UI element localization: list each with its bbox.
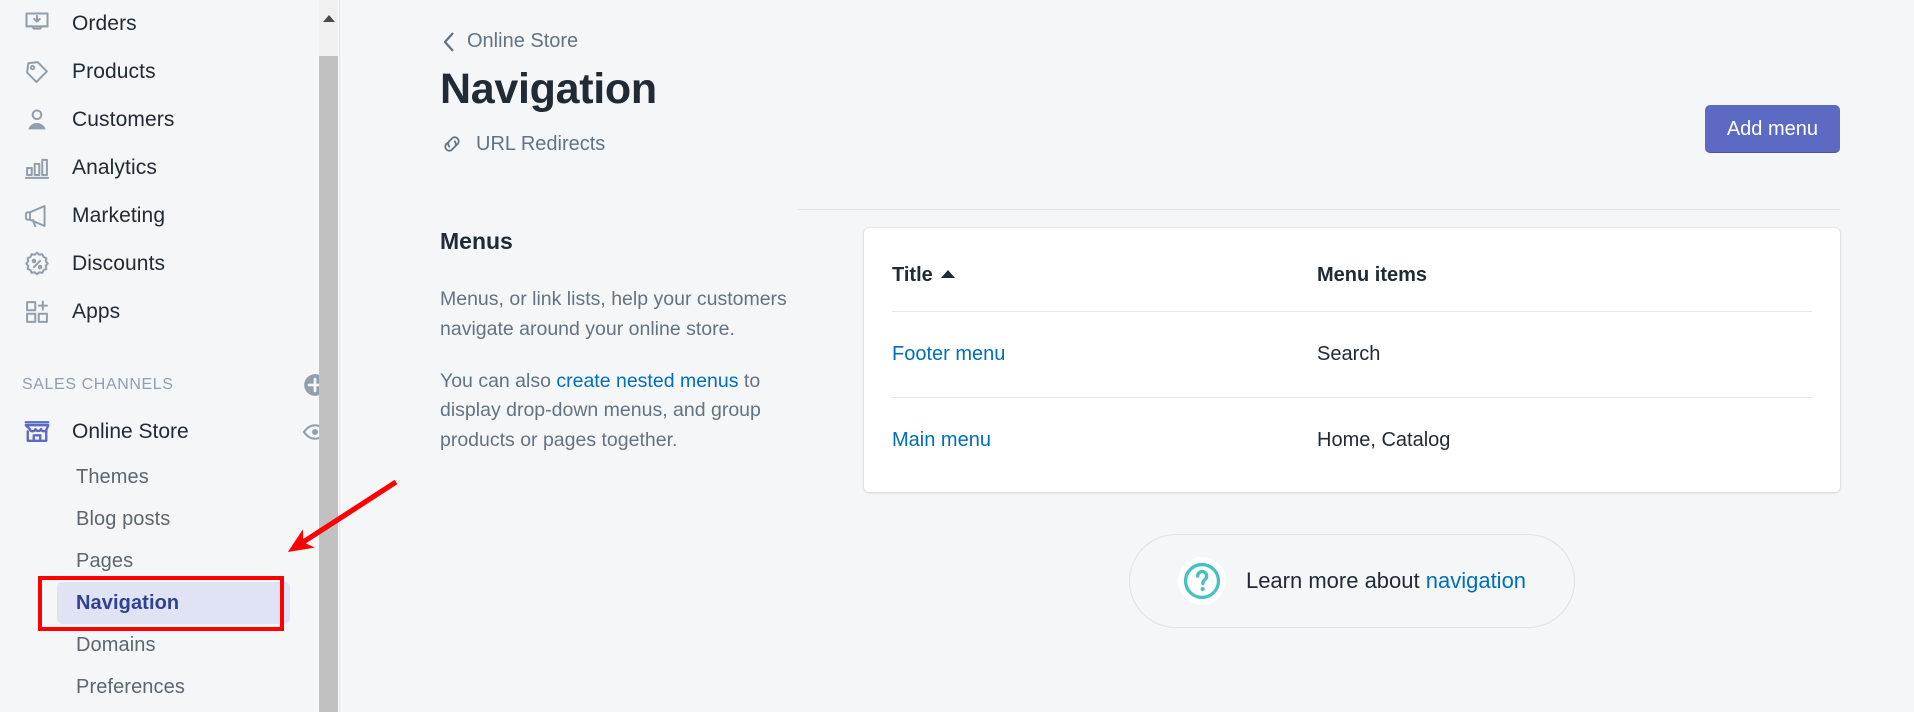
sidebar-subitem-label: Themes [76,465,149,488]
customers-person-icon [20,103,54,137]
apps-grid-plus-icon [20,295,54,329]
url-redirects-link[interactable]: URL Redirects [440,132,605,156]
orders-inbox-icon [20,7,54,41]
url-redirects-label: URL Redirects [476,132,606,155]
sidebar-item-navigation-pill: Navigation [57,582,290,624]
sidebar-item-domains[interactable]: Domains [0,624,358,666]
column-header-title-label: Title [892,264,933,286]
menus-description-column: Menus Menus, or link lists, help your cu… [440,228,835,628]
sidebar-item-marketing[interactable]: Marketing [0,192,358,240]
content-columns: Menus Menus, or link lists, help your cu… [440,228,1840,628]
main-content: Online Store Navigation URL Redirects Ad… [358,0,1914,712]
sidebar-divider [339,0,340,712]
marketing-megaphone-icon [20,199,54,233]
table-cell-menu-items: Home, Catalog [1317,429,1451,451]
menus-paragraph-1: Menus, or link lists, help your customer… [440,288,787,340]
help-banner[interactable]: Learn more about navigation [1128,534,1576,628]
sidebar-subitem-label: Pages [76,549,134,572]
menu-title-link[interactable]: Main menu [892,429,991,451]
sidebar-item-label: Customers [72,108,175,131]
sidebar-item-label: Apps [72,300,121,323]
table-header-row: Title Menu items [892,228,1812,312]
add-menu-button[interactable]: Add menu [1704,105,1840,153]
sidebar-subitem-label: Domains [76,633,156,656]
sort-ascending-icon [940,269,955,278]
chevron-left-icon [440,31,457,53]
storefront-icon [20,415,54,449]
sidebar-item-label: Analytics [72,156,157,179]
sidebar-item-preferences[interactable]: Preferences [0,666,358,708]
sidebar: Orders Products Customers Analytics Mark… [0,0,358,712]
header-divider [798,209,1840,210]
sidebar-item-discounts[interactable]: Discounts [0,240,358,288]
scroll-up-arrow-icon[interactable] [319,0,338,36]
sidebar-item-label: Discounts [72,252,166,275]
table-cell-title: Footer menu [892,311,1317,398]
scrollbar-thumb[interactable] [319,56,338,712]
table-cell-menu-items: Search [1317,311,1812,398]
discounts-percent-badge-icon [20,247,54,281]
menus-card: Title Menu items Footer menu Search Main… [864,228,1840,492]
navigation-help-link[interactable]: navigation [1426,568,1526,593]
menus-table-column: Title Menu items Footer menu Search Main… [835,228,1840,628]
table-row: Footer menu Search [892,311,1812,398]
breadcrumb[interactable]: Online Store [440,30,578,53]
sidebar-item-navigation[interactable]: Navigation [57,582,358,624]
table-head: Title Menu items [892,228,1812,312]
question-circle-icon [1177,557,1226,605]
sidebar-subitem-label: Preferences [76,675,185,698]
menus-paragraph-2: You can also create nested menus to disp… [440,367,815,456]
table-body: Footer menu Search Main menu Home, Catal… [892,311,1812,493]
app-root: Orders Products Customers Analytics Mark… [0,0,1914,712]
sales-channels-title: SALES CHANNELS [22,376,174,393]
sidebar-item-themes[interactable]: Themes [0,456,358,498]
sidebar-item-customers[interactable]: Customers [0,96,358,144]
column-header-menu-items-label: Menu items [1317,264,1428,286]
sidebar-item-label: Marketing [72,204,166,227]
sidebar-subitem-label: Blog posts [76,507,171,530]
sidebar-primary-nav: Orders Products Customers Analytics Mark… [0,0,358,336]
sales-channels-section-header: SALES CHANNELS [0,362,358,408]
help-banner-text: Learn more about navigation [1246,568,1526,594]
sidebar-subitem-label: Navigation [76,591,180,614]
sidebar-item-products[interactable]: Products [0,48,358,96]
sidebar-item-pages[interactable]: Pages [0,540,358,582]
sidebar-scrollbar[interactable] [319,0,338,712]
breadcrumb-label: Online Store [467,30,579,52]
sidebar-item-apps[interactable]: Apps [0,288,358,336]
menus-heading: Menus [440,228,513,254]
analytics-bar-chart-icon [20,151,54,185]
products-tag-icon [20,55,54,89]
table-cell-title: Main menu [892,398,1317,493]
sidebar-channel-label: Online Store [72,420,189,443]
sidebar-item-analytics[interactable]: Analytics [0,144,358,192]
menus-paragraph-2-before: You can also [440,369,557,392]
help-banner-text-before: Learn more about [1245,568,1426,593]
sidebar-item-online-store[interactable]: Online Store [0,408,358,456]
menu-title-link[interactable]: Footer menu [892,343,1005,365]
help-banner-wrapper: Learn more about navigation [864,534,1840,628]
column-header-menu-items[interactable]: Menu items [1317,228,1812,312]
sidebar-item-blog-posts[interactable]: Blog posts [0,498,358,540]
sidebar-item-label: Orders [72,12,137,35]
page-title: Navigation [440,65,657,113]
sidebar-item-label: Products [72,60,156,83]
column-header-title[interactable]: Title [892,228,1317,312]
menus-table: Title Menu items Footer menu Search Main… [892,228,1812,492]
sidebar-item-orders[interactable]: Orders [0,0,358,48]
create-nested-menus-link[interactable]: create nested menus [556,370,738,392]
table-row: Main menu Home, Catalog [892,398,1812,493]
link-chain-icon [440,132,464,156]
